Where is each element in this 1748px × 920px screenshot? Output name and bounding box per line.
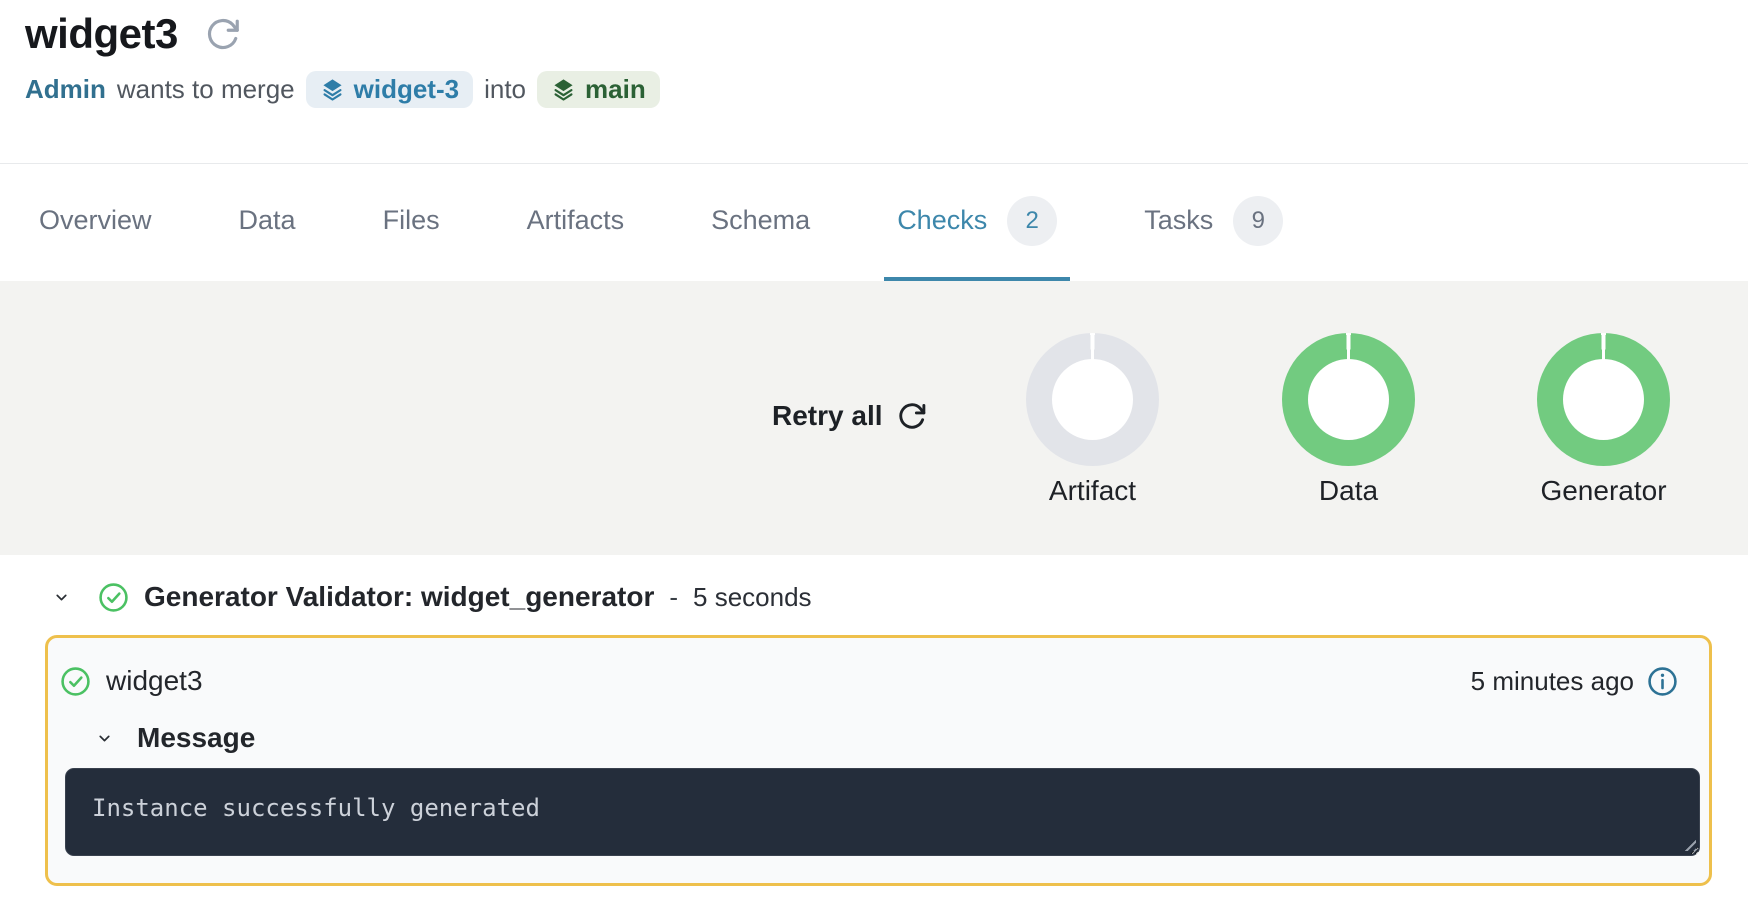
- merge-request-page: widget3 Admin wants to merge widget-3 in…: [0, 0, 1748, 920]
- check-duration: 5 seconds: [693, 582, 812, 613]
- merge-subtitle: Admin wants to merge widget-3 into main: [25, 71, 1748, 108]
- page-header: widget3 Admin wants to merge widget-3 in…: [0, 0, 1748, 163]
- target-branch-chip[interactable]: main: [537, 71, 660, 108]
- refresh-icon: [205, 16, 241, 52]
- tab-bar: Overview Data Files Artifacts Schema Che…: [0, 163, 1748, 281]
- data-donut-chart[interactable]: [1282, 333, 1415, 466]
- checks-summary-panel: Retry all Artifact Data Generator: [0, 281, 1748, 555]
- tab-label: Tasks: [1144, 205, 1213, 236]
- check-collapse-header[interactable]: Generator Validator: widget_generator - …: [12, 579, 1748, 615]
- tab-tasks[interactable]: Tasks 9: [1131, 164, 1296, 281]
- result-name: widget3: [106, 665, 203, 697]
- message-label: Message: [137, 722, 255, 754]
- page-title: widget3: [25, 10, 178, 58]
- tab-label: Files: [383, 205, 440, 236]
- donut-hole: [1563, 359, 1644, 440]
- donut-hole: [1052, 359, 1133, 440]
- refresh-button[interactable]: [205, 16, 241, 52]
- result-meta: 5 minutes ago: [1471, 666, 1678, 697]
- tab-label: Data: [239, 205, 296, 236]
- info-icon[interactable]: [1647, 666, 1678, 697]
- retry-all-label: Retry all: [772, 400, 883, 432]
- target-branch-label: main: [585, 74, 646, 105]
- check-circle-icon: [98, 582, 129, 613]
- tab-label: Checks: [897, 205, 987, 236]
- source-branch-label: widget-3: [354, 74, 459, 105]
- artifact-check-donut-group: Artifact: [1026, 333, 1159, 507]
- generator-donut-chart[interactable]: [1537, 333, 1670, 466]
- tab-label: Overview: [39, 205, 152, 236]
- check-separator: -: [669, 582, 678, 613]
- donut-label-generator: Generator: [1537, 475, 1670, 507]
- message-textarea[interactable]: Instance successfully generated: [65, 768, 1700, 856]
- donut-label-artifact: Artifact: [1026, 475, 1159, 507]
- message-terminal: Instance successfully generated: [65, 768, 1700, 856]
- retry-refresh-icon: [897, 401, 927, 431]
- tab-artifacts[interactable]: Artifacts: [514, 164, 638, 281]
- tab-label: Schema: [711, 205, 810, 236]
- checks-count-badge: 2: [1007, 196, 1057, 246]
- artifact-donut-chart[interactable]: [1026, 333, 1159, 466]
- data-check-donut-group: Data: [1282, 333, 1415, 507]
- check-title: Generator Validator: widget_generator: [144, 581, 654, 613]
- merge-text: wants to merge: [117, 74, 295, 105]
- check-circle-icon: [60, 666, 91, 697]
- chevron-down-icon: [96, 730, 113, 747]
- retry-all-button[interactable]: Retry all: [772, 400, 927, 432]
- tab-schema[interactable]: Schema: [698, 164, 823, 281]
- timestamp: 5 minutes ago: [1471, 666, 1634, 697]
- tasks-count-badge: 9: [1233, 196, 1283, 246]
- tab-files[interactable]: Files: [370, 164, 453, 281]
- tab-data[interactable]: Data: [226, 164, 309, 281]
- title-row: widget3: [25, 10, 1748, 58]
- source-branch-chip[interactable]: widget-3: [306, 71, 473, 108]
- check-result-card: widget3 5 minutes ago Message Instance s…: [45, 635, 1712, 886]
- message-collapse-toggle[interactable]: Message: [48, 722, 1709, 754]
- chevron-down-icon: [53, 589, 70, 606]
- branch-layers-icon: [551, 77, 576, 102]
- generator-check-donut-group: Generator: [1537, 333, 1670, 507]
- tab-checks[interactable]: Checks 2: [884, 164, 1070, 281]
- donut-hole: [1308, 359, 1389, 440]
- author-link[interactable]: Admin: [25, 74, 106, 105]
- result-row: widget3 5 minutes ago: [48, 638, 1709, 697]
- tab-label: Artifacts: [527, 205, 625, 236]
- donut-label-data: Data: [1282, 475, 1415, 507]
- checks-results-card: Generator Validator: widget_generator - …: [12, 555, 1748, 920]
- tab-overview[interactable]: Overview: [26, 164, 165, 281]
- branch-layers-icon: [320, 77, 345, 102]
- into-text: into: [484, 74, 526, 105]
